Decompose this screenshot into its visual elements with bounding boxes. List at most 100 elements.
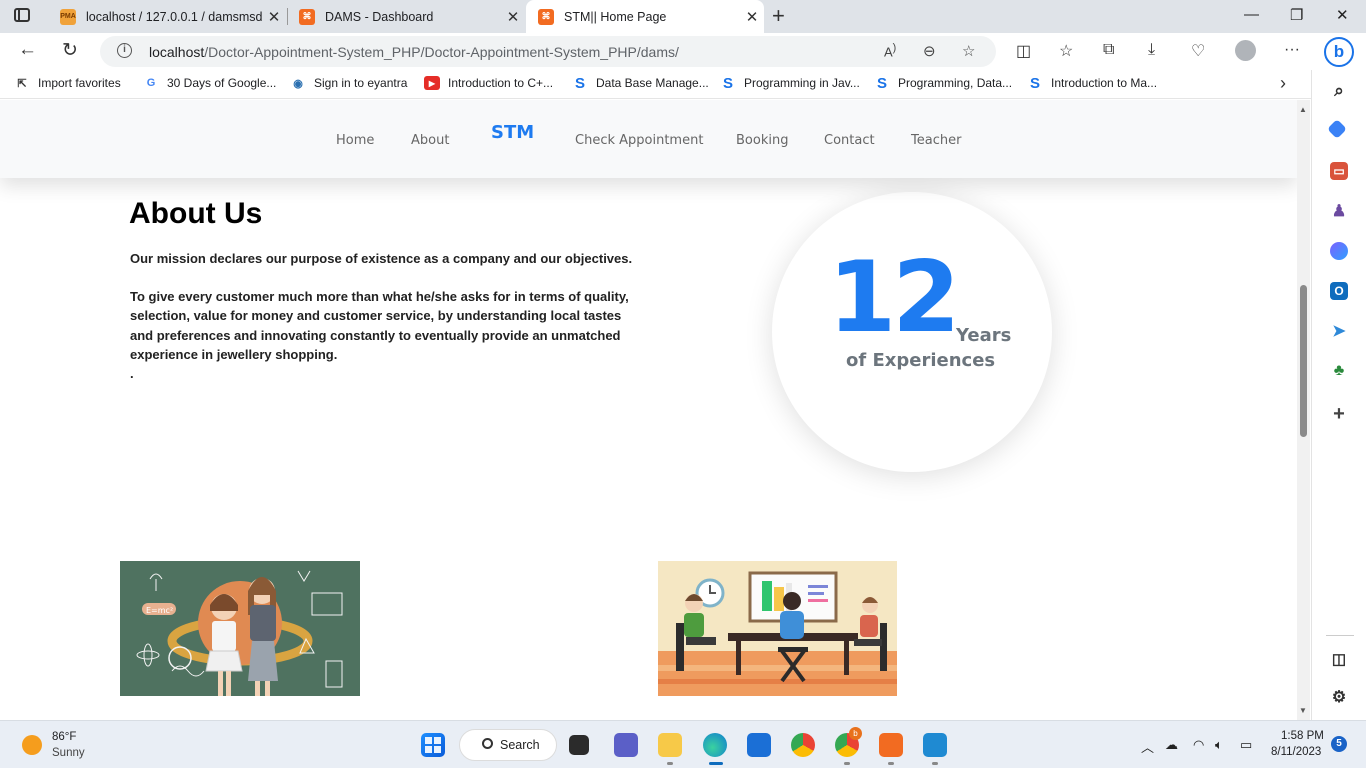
favorite-link[interactable]: ◉ Sign in to eyantra [290, 76, 407, 90]
minimize-icon[interactable]: — [1244, 6, 1259, 23]
about-body-text: To give every customer much more than wh… [130, 289, 629, 363]
taskbar-search[interactable]: Search [459, 729, 557, 761]
favorite-link[interactable]: S Programming, Data... [874, 75, 1013, 92]
edge-sidebar: ⌕ ▭ ♟ O ➤ ♣ + ◫ ⚙ [1311, 70, 1366, 720]
address-bar[interactable]: i localhost/Doctor-Appointment-System_PH… [100, 36, 996, 67]
favorite-link[interactable]: S Programming in Jav... [720, 74, 860, 92]
tree-icon[interactable]: ♣ [1330, 362, 1348, 380]
page-scrollbar[interactable]: ▲ ▼ [1297, 100, 1310, 720]
nav-booking[interactable]: Booking [736, 133, 788, 148]
address-url[interactable]: localhost/Doctor-Appointment-System_PHP/… [149, 44, 679, 60]
send-icon[interactable]: ➤ [1330, 322, 1348, 340]
new-tab-icon[interactable]: + [772, 4, 785, 28]
weather-temperature[interactable]: 86°F [52, 731, 76, 743]
teams-chat-icon[interactable] [614, 733, 638, 757]
favorite-label: Programming, Data... [898, 76, 1013, 90]
xampp-icon[interactable] [879, 733, 903, 757]
favorite-link[interactable]: S Introduction to Ma... [1027, 75, 1157, 92]
nav-check-appointment[interactable]: Check Appointment [575, 133, 703, 148]
microsoft-store-icon[interactable] [747, 733, 771, 757]
scroll-thumb[interactable] [1300, 285, 1307, 437]
battery-icon[interactable]: ▭ [1240, 737, 1252, 753]
microsoft-365-icon[interactable] [1330, 242, 1348, 260]
collections-icon[interactable]: ⧉ [1103, 41, 1114, 59]
performance-icon[interactable]: ♡ [1191, 41, 1205, 61]
mission-text: Our mission declares our purpose of exis… [130, 251, 633, 266]
settings-gear-icon[interactable]: ⚙ [1330, 688, 1348, 706]
chevron-up-icon[interactable]: ︿ [1141, 737, 1154, 756]
shopping-tag-icon[interactable] [1327, 119, 1347, 139]
windows-start-icon[interactable] [421, 733, 445, 757]
back-icon[interactable]: ← [18, 39, 37, 61]
nav-teacher[interactable]: Teacher [911, 133, 961, 148]
notification-badge[interactable]: 5 [1331, 736, 1347, 752]
wifi-icon[interactable]: ◠ [1193, 737, 1204, 753]
add-icon[interactable]: + [1330, 403, 1348, 425]
zoom-icon[interactable]: ⊖ [923, 42, 936, 60]
tools-briefcase-icon[interactable]: ▭ [1330, 162, 1348, 180]
close-icon[interactable]: ✕ [740, 8, 764, 26]
favorite-link[interactable]: ▶ Introduction to C+... [424, 76, 553, 90]
site-brand-logo[interactable]: STM [491, 122, 534, 143]
search-icon[interactable]: ⌕ [1330, 81, 1348, 100]
bing-chat-icon[interactable]: b [1324, 37, 1354, 67]
vscode-icon[interactable] [923, 733, 947, 757]
eyantra-icon: ◉ [293, 77, 303, 90]
xampp-favicon-icon: ⌘ [538, 8, 554, 25]
chrome-profile-icon[interactable]: b [835, 727, 862, 757]
clock-time[interactable]: 1:58 PM [1281, 730, 1324, 742]
clock-date[interactable]: 8/11/2023 [1271, 746, 1321, 758]
favorite-import[interactable]: ⇱ Import favorites [14, 76, 120, 90]
tab-actions-icon[interactable] [14, 8, 30, 22]
search-icon [482, 738, 493, 749]
favorites-bar: ⇱ Import favorites G 30 Days of Google... … [0, 70, 1366, 99]
restore-icon[interactable]: ❐ [1290, 6, 1303, 24]
profile-avatar-icon[interactable] [1235, 40, 1256, 61]
nav-contact[interactable]: Contact [824, 133, 875, 148]
favorite-star-icon[interactable]: ☆ [962, 42, 975, 60]
task-view-icon[interactable] [569, 735, 589, 755]
file-explorer-icon[interactable] [658, 733, 682, 757]
tab-dams-dashboard[interactable]: ⌘ DAMS - Dashboard ✕ [287, 0, 525, 33]
chevron-right-icon[interactable]: › [1280, 73, 1286, 94]
nav-home[interactable]: Home [336, 133, 374, 148]
scroll-up-icon[interactable]: ▲ [1299, 105, 1307, 114]
split-screen-icon[interactable]: ◫ [1016, 41, 1031, 61]
more-menu-icon[interactable]: ··· [1284, 41, 1300, 59]
experience-label: of Experiences [846, 350, 996, 371]
running-indicator [844, 762, 850, 765]
running-indicator [667, 762, 673, 765]
outlook-icon[interactable]: O [1330, 282, 1348, 300]
xampp-favicon-icon: ⌘ [299, 8, 315, 25]
onedrive-icon[interactable]: ☁ [1165, 737, 1178, 753]
scroll-down-icon[interactable]: ▼ [1299, 706, 1307, 715]
nav-about[interactable]: About [411, 133, 449, 148]
refresh-icon[interactable]: ↻ [62, 39, 78, 62]
close-icon[interactable]: ✕ [262, 8, 286, 26]
tab-phpmyadmin[interactable]: PMA localhost / 127.0.0.1 / damsmsdb ✕ [48, 0, 286, 33]
running-indicator [888, 762, 894, 765]
weather-description[interactable]: Sunny [52, 747, 85, 759]
sun-icon[interactable] [22, 735, 42, 755]
edge-browser-icon[interactable] [703, 733, 727, 757]
s-icon: S [722, 74, 733, 92]
experience-unit: Years [956, 325, 1012, 346]
browser-toolbar: ← ↻ i localhost/Doctor-Appointment-Syste… [0, 33, 1366, 70]
games-icon[interactable]: ♟ [1330, 202, 1348, 220]
close-icon[interactable]: ✕ [501, 8, 525, 26]
favorite-link[interactable]: S Data Base Manage... [572, 75, 709, 92]
volume-icon[interactable]: 🔈︎ [1215, 737, 1223, 753]
tab-title: DAMS - Dashboard [325, 9, 434, 24]
chrome-icon[interactable] [791, 733, 815, 757]
favorites-icon[interactable]: ☆ [1059, 41, 1073, 61]
tab-stm-home[interactable]: ⌘ STM|| Home Page ✕ [526, 0, 764, 33]
import-icon: ⇱ [17, 77, 27, 90]
sidebar-panel-icon[interactable]: ◫ [1330, 650, 1348, 668]
site-info-icon[interactable]: i [117, 43, 132, 58]
favorite-link[interactable]: G 30 Days of Google... [143, 76, 277, 90]
google-icon: G [146, 77, 156, 89]
downloads-icon[interactable]: ⤓ [1148, 41, 1155, 59]
windows-taskbar: 86°F Sunny Search b ︿ ☁ ◠ 🔈︎ ▭ 1:58 PM 8… [0, 720, 1366, 768]
window-close-icon[interactable]: ✕ [1336, 6, 1349, 24]
read-aloud-icon[interactable]: A) [884, 42, 896, 59]
